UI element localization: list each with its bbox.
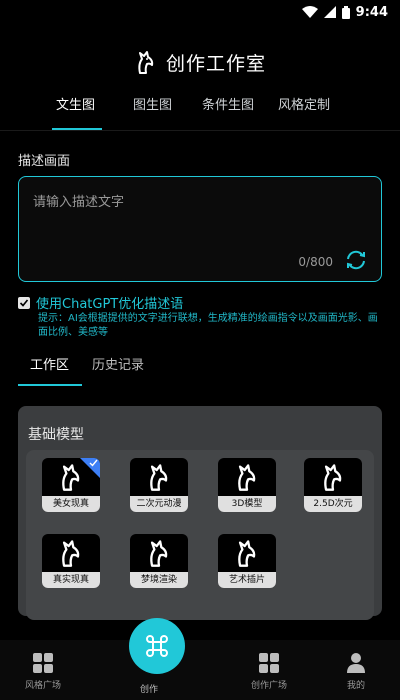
model-label: 艺术插片 [218,572,276,588]
battery-icon [341,5,350,19]
model-card-3d[interactable]: 3D模型 [218,458,276,512]
tab-divider [0,130,400,131]
optimize-hint: 提示：AI会根据提供的文字进行联想，生成精准的绘画指令以及画面光影、画面比例、美… [38,313,378,338]
model-label: 梦境渲染 [130,572,188,588]
nav-label: 创作广场 [250,681,287,691]
optimize-option[interactable]: 使用ChatGPT优化描述语 [18,293,183,312]
horse-logo-icon [238,464,256,491]
tab-style-custom[interactable]: 风格定制 [278,94,330,113]
page-title: 创作工作室 [165,52,266,75]
checkmark-icon [89,459,98,467]
work-tabs: 工作区 历史记录 [0,354,400,388]
horse-logo-icon [324,464,342,491]
model-card-art[interactable]: 艺术插片 [218,534,276,588]
bottom-nav: 风格广场 创作广场 我的 [0,640,400,700]
model-grid: 美女现真 二次元动漫 3D模型 2.5D次元 真实现真 梦境渲染 艺术插片 [26,450,374,620]
optimize-label: 使用ChatGPT优化描述语 [36,297,184,312]
create-label: 创作 [140,685,159,695]
model-label: 2.5D次元 [304,496,362,512]
optimize-checkbox[interactable] [18,296,30,309]
description-label: 描述画面 [18,154,71,169]
model-card-beauty[interactable]: 美女现真 [42,458,100,512]
description-box: 0/800 [18,176,382,282]
nav-creation-square[interactable]: 创作广场 [234,652,304,691]
create-button[interactable] [129,618,185,674]
model-card-anime[interactable]: 二次元动漫 [130,458,188,512]
character-counter: 0/800 [298,255,333,269]
horse-logo-icon [138,51,154,74]
tab-image-to-image[interactable]: 图生图 [133,94,172,113]
refresh-icon [347,250,365,270]
tab-conditional-image[interactable]: 条件生图 [202,94,254,113]
tab-text-to-image[interactable]: 文生图 [56,94,95,113]
signal-icon [323,6,336,18]
model-panel: 基础模型 美女现真 二次元动漫 3D模型 2.5D次元 真实现真 梦境渲染 艺术… [18,406,382,620]
grid-icon [33,653,53,673]
nav-label: 风格广场 [24,681,61,691]
tab-history[interactable]: 历史记录 [92,354,144,373]
status-time: 9:44 [355,4,388,20]
refresh-button[interactable] [343,247,369,273]
horse-logo-icon [62,540,80,567]
generation-tabs: 文生图 图生图 条件生图 风格定制 [0,94,400,132]
app-header: 创作工作室 [0,44,400,80]
status-bar: 9:44 [0,0,400,24]
horse-logo-icon [150,540,168,567]
horse-logo-icon [150,464,168,491]
nav-mine[interactable]: 我的 [321,652,391,691]
horse-logo-icon [238,540,256,567]
model-card-dream[interactable]: 梦境渲染 [130,534,188,588]
model-card-realistic[interactable]: 真实现真 [42,534,100,588]
nav-label: 我的 [346,681,365,691]
work-tab-indicator [18,384,82,386]
model-label: 3D模型 [218,496,276,512]
person-icon [347,653,365,673]
nav-style-square[interactable]: 风格广场 [8,652,78,691]
model-card-2-5d[interactable]: 2.5D次元 [304,458,362,512]
model-panel-title: 基础模型 [28,427,84,443]
checkmark-icon [19,298,29,307]
description-input[interactable] [33,191,363,251]
model-label: 真实现真 [42,572,100,588]
model-label: 美女现真 [42,496,100,512]
tab-workspace[interactable]: 工作区 [30,354,69,373]
command-icon [146,635,168,657]
wifi-icon [301,6,318,18]
grid-icon [259,653,279,673]
model-label: 二次元动漫 [130,496,188,512]
